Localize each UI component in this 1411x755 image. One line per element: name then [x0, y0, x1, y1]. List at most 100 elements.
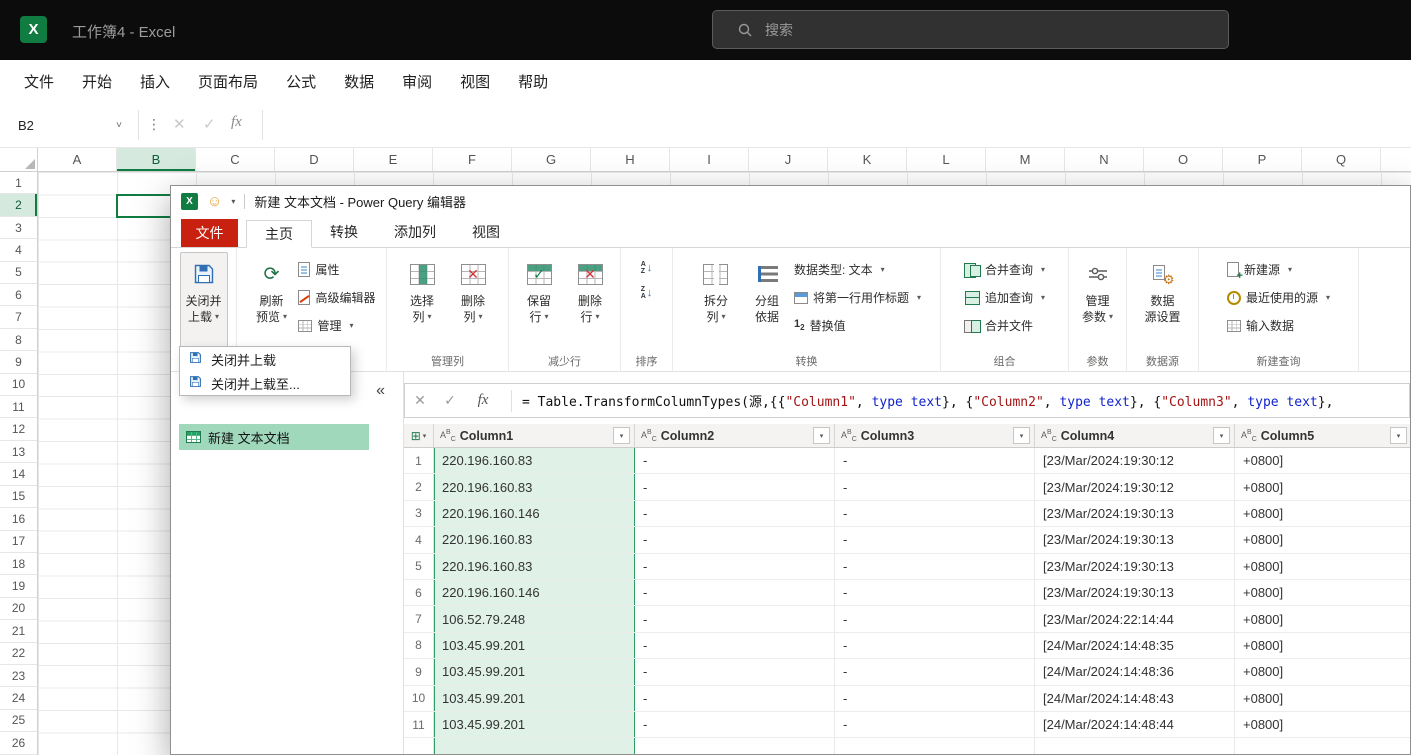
excel-ribbon-tab-4[interactable]: 公式 — [286, 71, 316, 92]
split-column-button[interactable]: 拆分 列 — [692, 252, 740, 352]
table-cell[interactable]: [24/Mar/2024:14:48:35 — [1035, 633, 1235, 658]
chevron-down-icon[interactable]: ˅ — [116, 120, 122, 131]
excel-row-header-21[interactable]: 21 — [0, 620, 37, 642]
row-number-cell[interactable]: 5 — [404, 554, 434, 579]
table-cell[interactable]: 106.52.79.248 — [434, 606, 635, 631]
table-cell[interactable]: - — [835, 501, 1035, 526]
advanced-editor-button[interactable]: 高级编辑器 — [298, 288, 375, 307]
table-cell[interactable]: - — [635, 527, 835, 552]
enter-icon[interactable]: ✓ — [435, 392, 465, 409]
pq-tab-1[interactable]: 主页 — [246, 220, 312, 248]
table-cell[interactable]: - — [635, 712, 835, 737]
merge-queries-button[interactable]: 合并查询 — [964, 260, 1045, 279]
table-cell[interactable]: - — [835, 554, 1035, 579]
table-cell[interactable]: +0800] — [1235, 606, 1410, 631]
fx-icon[interactable]: fx — [231, 114, 242, 131]
table-cell[interactable]: - — [635, 554, 835, 579]
row-number-cell[interactable]: 8 — [404, 633, 434, 658]
table-cell[interactable]: +0800] — [1235, 527, 1410, 552]
row-number-cell[interactable]: 7 — [404, 606, 434, 631]
pq-column-header-2[interactable]: ABCColumn2▾ — [635, 424, 835, 447]
row-number-cell[interactable]: 1 — [404, 448, 434, 473]
query-list-item[interactable]: 新建 文本文档 — [179, 424, 369, 450]
table-cell[interactable]: - — [835, 686, 1035, 711]
excel-row-header-3[interactable]: 3 — [0, 217, 37, 239]
table-cell[interactable]: +0800] — [1235, 633, 1410, 658]
excel-row-header-20[interactable]: 20 — [0, 598, 37, 620]
table-cell[interactable]: 220.196.160.83 — [434, 527, 635, 552]
table-cell[interactable]: - — [635, 686, 835, 711]
cancel-icon[interactable]: ✕ — [405, 392, 435, 409]
choose-columns-button[interactable]: 选择 列 — [398, 252, 446, 352]
excel-row-header-19[interactable]: 19 — [0, 575, 37, 597]
manage-parameters-button[interactable]: 管理 参数 — [1074, 252, 1122, 352]
recent-sources-button[interactable]: 最近使用的源 — [1227, 288, 1330, 307]
table-cell[interactable]: +0800] — [1235, 448, 1410, 473]
table-cell[interactable]: [23/Mar/2024:22:14:44 — [1035, 606, 1235, 631]
excel-row-header-13[interactable]: 13 — [0, 441, 37, 463]
more-icon[interactable]: ⋮ — [147, 116, 161, 133]
row-number-cell[interactable]: 10 — [404, 686, 434, 711]
sort-ascending-button[interactable]: AZ↓ — [641, 260, 653, 276]
append-queries-button[interactable]: 追加查询 — [964, 288, 1045, 307]
excel-column-header-D[interactable]: D — [275, 148, 354, 171]
table-cell[interactable]: - — [635, 633, 835, 658]
filter-button[interactable]: ▾ — [1390, 427, 1407, 444]
table-cell[interactable]: - — [835, 712, 1035, 737]
table-cell[interactable]: +0800] — [1235, 659, 1410, 684]
pq-column-header-4[interactable]: ABCColumn4▾ — [1035, 424, 1235, 447]
table-cell[interactable]: 220.196.160.83 — [434, 448, 635, 473]
pq-tab-2[interactable]: 转换 — [312, 219, 376, 247]
excel-column-header-P[interactable]: P — [1223, 148, 1302, 171]
excel-row-header-10[interactable]: 10 — [0, 374, 37, 396]
excel-ribbon-tab-6[interactable]: 审阅 — [402, 71, 432, 92]
row-number-cell[interactable]: 3 — [404, 501, 434, 526]
pq-formula-code[interactable]: = Table.TransformColumnTypes(源,{{"Column… — [522, 391, 1409, 410]
remove-columns-button[interactable]: ✕ 删除 列 — [449, 252, 497, 352]
excel-row-header-8[interactable]: 8 — [0, 329, 37, 351]
excel-ribbon-tab-8[interactable]: 帮助 — [518, 71, 548, 92]
excel-column-header-M[interactable]: M — [986, 148, 1065, 171]
table-cell[interactable]: - — [635, 448, 835, 473]
pq-tab-0[interactable]: 文件 — [181, 219, 238, 247]
excel-column-header-K[interactable]: K — [828, 148, 907, 171]
excel-column-header-J[interactable]: J — [749, 148, 828, 171]
excel-column-header-B[interactable]: B — [117, 148, 196, 171]
excel-row-header-16[interactable]: 16 — [0, 508, 37, 530]
pq-tab-3[interactable]: 添加列 — [376, 219, 454, 247]
excel-column-header-O[interactable]: O — [1144, 148, 1223, 171]
excel-column-header-A[interactable]: A — [38, 148, 117, 171]
pq-column-header-1[interactable]: ABCColumn1▾ — [434, 424, 635, 447]
excel-ribbon-tab-7[interactable]: 视图 — [460, 71, 490, 92]
properties-button[interactable]: 属性 — [298, 260, 339, 279]
table-cell[interactable]: - — [835, 474, 1035, 499]
excel-ribbon-tab-2[interactable]: 插入 — [140, 71, 170, 92]
excel-row-header-4[interactable]: 4 — [0, 239, 37, 261]
excel-column-header-G[interactable]: G — [512, 148, 591, 171]
filter-button[interactable]: ▾ — [1213, 427, 1230, 444]
excel-row-header-5[interactable]: 5 — [0, 262, 37, 284]
close-menu-item-1[interactable]: 关闭并上载至... — [180, 371, 350, 395]
excel-row-header-1[interactable]: 1 — [0, 172, 37, 194]
excel-column-header-E[interactable]: E — [354, 148, 433, 171]
excel-row-header-26[interactable]: 26 — [0, 732, 37, 754]
table-cell[interactable]: 220.196.160.83 — [434, 554, 635, 579]
data-type-button[interactable]: 数据类型: 文本 — [794, 260, 885, 279]
excel-column-header-H[interactable]: H — [591, 148, 670, 171]
collapse-pane-icon[interactable]: « — [376, 382, 385, 400]
table-cell[interactable]: 220.196.160.83 — [434, 474, 635, 499]
table-cell[interactable]: [23/Mar/2024:19:30:13 — [1035, 554, 1235, 579]
table-cell[interactable]: 103.45.99.201 — [434, 659, 635, 684]
table-cell[interactable]: 103.45.99.201 — [434, 633, 635, 658]
excel-column-header-F[interactable]: F — [433, 148, 512, 171]
excel-ribbon-tab-3[interactable]: 页面布局 — [198, 71, 258, 92]
table-cell[interactable]: [23/Mar/2024:19:30:12 — [1035, 448, 1235, 473]
table-cell[interactable]: +0800] — [1235, 501, 1410, 526]
row-number-cell[interactable]: 2 — [404, 474, 434, 499]
excel-row-header-6[interactable]: 6 — [0, 284, 37, 306]
excel-row-header-25[interactable]: 25 — [0, 710, 37, 732]
excel-row-header-12[interactable]: 12 — [0, 418, 37, 440]
table-cell[interactable]: - — [835, 527, 1035, 552]
table-cell[interactable]: +0800] — [1235, 712, 1410, 737]
manage-button[interactable]: 管理 — [298, 316, 353, 335]
